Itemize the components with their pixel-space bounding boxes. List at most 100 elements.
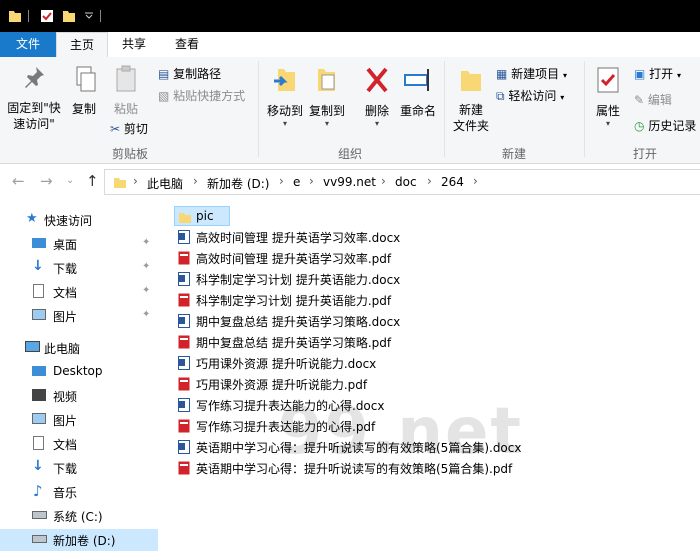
drive-icon [32,511,47,519]
breadcrumb-doc[interactable]: doc [395,175,417,189]
pictures-icon [32,309,46,320]
history-icon: ◷ [634,119,645,133]
recent-locations-icon[interactable]: ⌄ [66,175,74,186]
nav-item-label: 下载 [53,262,78,276]
nav-item-label: 新加卷 (D:) [53,534,116,548]
rename-label: 重命名 [399,104,436,118]
file-row[interactable]: 英语期中学习心得：提升听说读写的有效策略(5篇合集).pdf [175,458,695,478]
paste-shortcut-icon: ▧ [158,89,170,103]
nav-item-label: 图片 [53,310,78,324]
breadcrumb-this-pc[interactable]: 此电脑 [147,175,183,192]
nav-item-downloads-pc[interactable]: ↓ 下载 [0,457,158,479]
properties-button[interactable]: 属性 ▾ [590,65,626,128]
open-dropdown-icon: ▾ [677,71,682,80]
nav-item-label: 桌面 [53,238,78,252]
copy-path-button[interactable]: ▤ 复制路径 [158,65,221,82]
tab-file[interactable]: 文件 [0,32,56,57]
scissors-icon: ✂ [110,122,121,136]
paste-shortcut-button[interactable]: ▧ 粘贴快捷方式 [158,87,245,104]
breadcrumb-vv99[interactable]: vv99.net [323,175,376,189]
file-row[interactable]: 高效时间管理 提升英语学习效率.pdf [175,248,695,268]
pdf-file-icon [178,251,190,265]
pin-icon: ✦ [142,261,151,272]
folder-icon [114,178,126,188]
history-button[interactable]: ◷ 历史记录 [634,117,696,134]
nav-item-label: 文档 [53,438,78,452]
nav-item-drive-c[interactable]: 系统 (C:) [0,505,158,527]
file-row[interactable]: 期中复盘总结 提升英语学习策略.docx [175,311,695,331]
group-separator [258,61,259,157]
videos-icon [32,389,46,401]
nav-item-pictures[interactable]: 图片 ✦ [0,305,158,327]
file-row[interactable]: 期中复盘总结 提升英语学习策略.pdf [175,332,695,352]
customize-toolbar-icon[interactable] [82,8,96,23]
ribbon-tab-bar: 文件 主页 共享 查看 [0,32,700,58]
copy-button[interactable]: 复制 [66,65,102,117]
easy-access-button[interactable]: ⧉ 轻松访问 ▾ [496,87,564,104]
breadcrumb-264[interactable]: 264 [441,175,464,189]
file-row-folder[interactable]: pic [174,206,230,226]
file-row[interactable]: 写作练习提升表达能力的心得.pdf [175,416,695,436]
docx-file-icon [178,356,190,370]
tab-view[interactable]: 查看 [162,32,212,57]
file-row[interactable]: 科学制定学习计划 提升英语能力.pdf [175,290,695,310]
properties-label: 属性 [595,104,620,118]
edit-icon: ✎ [634,93,645,107]
move-to-button[interactable]: 移动到 ▾ [264,65,306,128]
file-row[interactable]: 巧用课外资源 提升听说能力.docx [175,353,695,373]
new-folder-button[interactable]: 新建 文件夹 [450,65,492,134]
breadcrumb-e[interactable]: e [293,175,300,189]
nav-item-downloads[interactable]: ↓ 下载 ✦ [0,257,158,279]
new-item-button[interactable]: ▦ 新建项目 ▾ [496,65,567,82]
pin-to-quick-access-button[interactable]: 固定到"快 速访问" [4,65,64,132]
tab-home[interactable]: 主页 [56,32,108,58]
file-name: 写作练习提升表达能力的心得.pdf [196,420,376,434]
open-button[interactable]: ▣ 打开 ▾ [634,65,681,82]
nav-item-documents-pc[interactable]: 文档 [0,433,158,455]
back-arrow-icon[interactable]: ← [12,172,25,190]
nav-item-drive-d[interactable]: 新加卷 (D:) [0,529,158,551]
pin-label-line1: 固定到"快 [7,101,61,115]
rename-button[interactable]: 重命名 [398,65,438,119]
file-row[interactable]: 科学制定学习计划 提升英语能力.docx [175,269,695,289]
pin-icon: ✦ [142,285,151,296]
nav-item-label: 系统 (C:) [53,510,103,524]
nav-this-pc[interactable]: 此电脑 [0,337,158,359]
new-folder-icon [461,71,481,91]
file-name: pic [196,209,214,223]
new-folder-icon[interactable] [62,8,76,23]
paste-icon [116,65,136,92]
nav-item-videos[interactable]: 视频 [0,385,158,407]
docx-file-icon [178,272,190,286]
properties-icon[interactable] [40,8,54,23]
paste-button[interactable]: 粘贴 [106,65,146,117]
delete-button[interactable]: 删除 ▾ [360,65,394,128]
separator [100,10,101,22]
nav-item-desktop[interactable]: 桌面 ✦ [0,233,158,255]
up-arrow-icon[interactable]: ↑ [86,172,99,190]
documents-icon [33,284,44,298]
forward-arrow-icon[interactable]: → [40,172,53,190]
nav-item-music[interactable]: ♪ 音乐 [0,481,158,503]
docx-file-icon [178,398,190,412]
pin-icon: ✦ [142,237,151,248]
nav-item-label: 下载 [53,462,78,476]
edit-button[interactable]: ✎ 编辑 [634,91,672,108]
file-row[interactable]: 写作练习提升表达能力的心得.docx [175,395,695,415]
tab-share[interactable]: 共享 [110,32,158,57]
nav-item-documents[interactable]: 文档 ✦ [0,281,158,303]
address-bar[interactable]: › 此电脑 › 新加卷 (D:) › e › vv99.net › doc › … [104,169,700,195]
file-row[interactable]: 英语期中学习心得：提升听说读写的有效策略(5篇合集).docx [175,437,695,457]
cut-label: 剪切 [123,122,148,136]
nav-quick-access[interactable]: ★ 快速访问 [0,209,158,231]
cut-button[interactable]: ✂ 剪切 [110,120,148,137]
copy-to-button[interactable]: 复制到 ▾ [306,65,348,128]
file-row[interactable]: 高效时间管理 提升英语学习效率.docx [175,227,695,247]
file-row[interactable]: 巧用课外资源 提升听说能力.pdf [175,374,695,394]
breadcrumb-drive-d[interactable]: 新加卷 (D:) [207,175,269,192]
title-bar [0,0,700,32]
nav-item-desktop-pc[interactable]: Desktop [0,361,158,383]
file-list: pic 高效时间管理 提升英语学习效率.docx 高效时间管理 提升英语学习效率… [170,200,700,540]
nav-item-label: 音乐 [53,486,78,500]
nav-item-pictures-pc[interactable]: 图片 [0,409,158,431]
